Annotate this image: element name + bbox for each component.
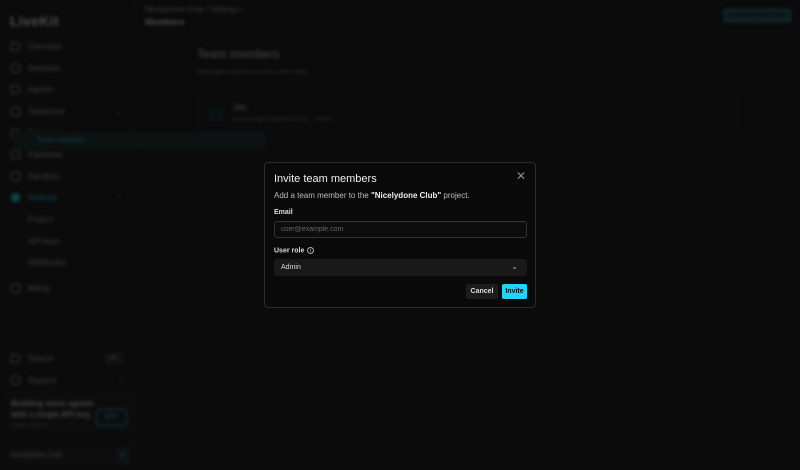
user-role-select[interactable]: Admin ⌄: [274, 259, 527, 276]
desc-text: project.: [441, 191, 470, 200]
cancel-button[interactable]: Cancel: [466, 284, 498, 299]
selected-value: Admin: [281, 264, 301, 271]
invite-button[interactable]: Invite: [502, 284, 527, 299]
email-input[interactable]: [274, 221, 527, 238]
dialog-title: Invite team members: [274, 173, 377, 185]
dialog-description: Add a team member to the "Nicelydone Clu…: [274, 191, 470, 200]
label: User role: [274, 247, 305, 255]
chevron-down-icon: ⌄: [511, 262, 518, 271]
invite-dialog: Invite team members ✕ Add a team member …: [264, 162, 536, 308]
email-label: Email: [274, 209, 293, 216]
project-name: "Nicelydone Club": [370, 191, 442, 200]
user-role-label: User role i: [274, 247, 315, 255]
close-icon[interactable]: ✕: [516, 169, 526, 183]
info-icon[interactable]: i: [307, 247, 315, 254]
desc-text: Add a team member to the: [274, 191, 371, 200]
